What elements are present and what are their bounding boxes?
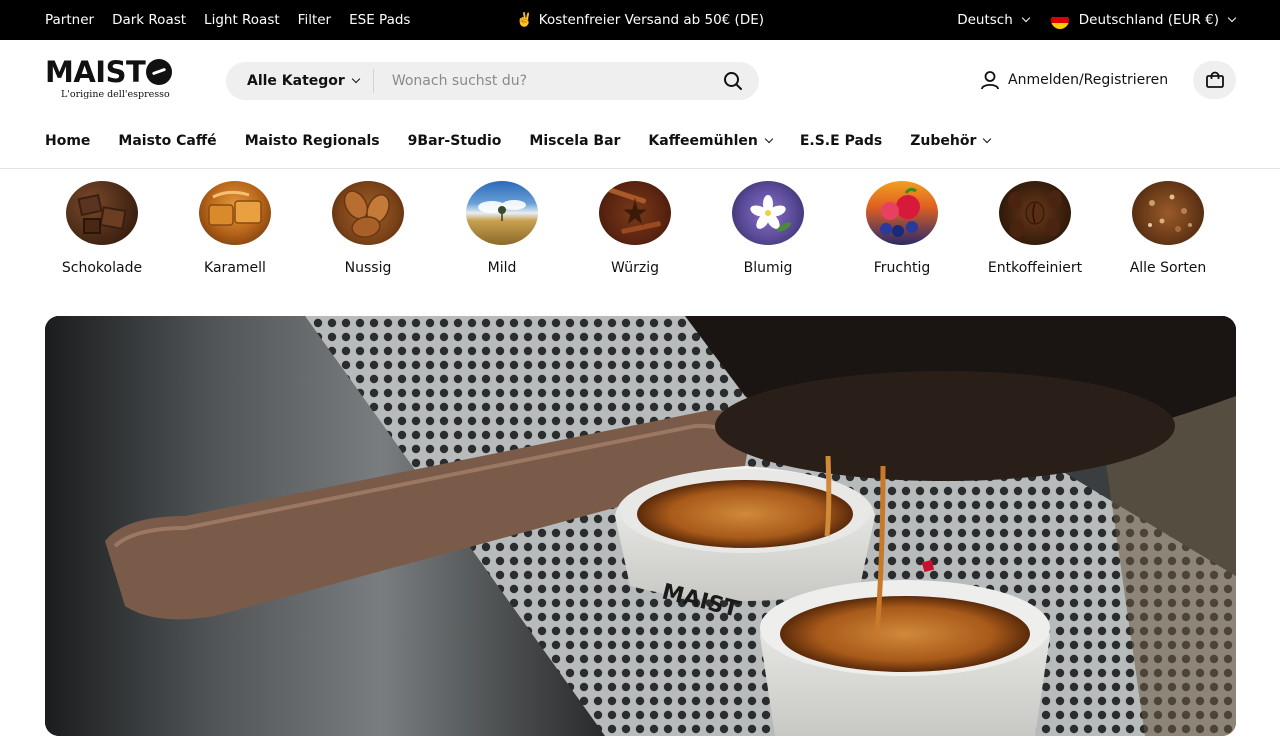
language-selector[interactable]: Deutsch [957, 12, 1031, 28]
nav-label: 9Bar-Studio [407, 133, 502, 149]
flavour-label: Mild [487, 260, 517, 276]
hero-banner[interactable]: MAIST [45, 316, 1236, 736]
flavour-schokolade[interactable]: Schokolade [52, 181, 152, 278]
user-icon [981, 71, 999, 90]
nav-item-zubehoer[interactable]: Zubehör [910, 133, 992, 149]
link-dark-roast[interactable]: Dark Roast [112, 12, 186, 28]
shopping-bag-icon [1205, 71, 1224, 88]
nav-label: Maisto Caffé [118, 133, 217, 149]
announcement-bar: Partner Dark Roast Light Roast Filter ES… [0, 0, 1280, 40]
search-bar: Alle Kategor [226, 62, 759, 100]
nav-item-miscela-bar[interactable]: Miscela Bar [529, 133, 620, 149]
chevron-down-icon [764, 134, 774, 144]
landscape-image [466, 181, 538, 245]
flavour-entkoffeiniert[interactable]: Entkoffeiniert [985, 181, 1085, 278]
language-label: Deutsch [957, 12, 1013, 28]
logo[interactable]: MAIST L'origine dell'espresso [45, 56, 185, 104]
flavour-nussig[interactable]: Nussig [318, 181, 418, 278]
flavour-label: Blumig [743, 260, 793, 276]
peace-hand-icon: ✌️ [515, 12, 533, 28]
nav-label: Kaffeemühlen [648, 133, 758, 149]
flavour-wuerzig[interactable]: Würzig [585, 181, 685, 278]
link-light-roast[interactable]: Light Roast [204, 12, 280, 28]
chevron-down-icon [983, 134, 992, 144]
espresso-machine-image: MAIST [45, 316, 1236, 736]
chevron-down-icon [1227, 13, 1237, 23]
nav-label: Miscela Bar [529, 133, 621, 149]
spices-image [599, 181, 671, 245]
nav-label: Home [45, 133, 91, 149]
search-icon[interactable] [713, 62, 753, 100]
flavour-label: Karamell [204, 260, 266, 276]
announcement-links: Partner Dark Roast Light Roast Filter ES… [45, 0, 410, 40]
chevron-down-icon [351, 74, 361, 84]
flower-image [732, 181, 804, 245]
account-link[interactable]: Anmelden/Registrieren [980, 70, 1168, 90]
chocolate-image [66, 181, 138, 245]
nav-item-ese-pads[interactable]: E.S.E Pads [800, 133, 882, 149]
roasted-blend-image [1132, 181, 1204, 245]
country-label: Deutschland (EUR €) [1078, 12, 1219, 28]
logo-tagline: L'origine dell'espresso [61, 89, 170, 100]
logo-wordmark: MAIST [45, 56, 185, 88]
search-category-select[interactable]: Alle Kategor [226, 69, 374, 93]
nav-item-9bar-studio[interactable]: 9Bar-Studio [408, 133, 502, 149]
flavour-label: Würzig [610, 260, 660, 276]
flavour-mild[interactable]: Mild [452, 181, 552, 278]
account-label: Anmelden/Registrieren [1008, 72, 1169, 88]
coffee-beans-image [999, 181, 1071, 245]
site-header: MAIST L'origine dell'espresso Alle Kateg… [0, 40, 1280, 120]
nav-label: Maisto Regionals [244, 133, 380, 149]
country-selector[interactable]: Deutschland (EUR €) [1050, 11, 1237, 29]
link-filter[interactable]: Filter [298, 12, 331, 28]
nav-item-maisto-caffe[interactable]: Maisto Caffé [118, 133, 216, 149]
flavour-fruchtig[interactable]: Fruchtig [852, 181, 952, 278]
flavour-label: Alle Sorten [1129, 260, 1207, 276]
link-partner[interactable]: Partner [45, 12, 94, 28]
main-navigation: Home Maisto Caffé Maisto Regionals 9Bar-… [0, 120, 1280, 169]
nav-label: E.S.E Pads [799, 133, 883, 149]
promo-text: Kostenfreier Versand ab 50€ (DE) [538, 12, 765, 28]
flavour-label: Schokolade [61, 260, 143, 276]
search-input[interactable] [373, 73, 713, 89]
almond-image [332, 181, 404, 245]
coffee-bean-icon [146, 59, 173, 85]
flavour-blumig[interactable]: Blumig [718, 181, 818, 278]
flavour-karamell[interactable]: Karamell [185, 181, 285, 278]
flavour-alle-sorten[interactable]: Alle Sorten [1118, 181, 1218, 278]
logo-text: MAIST [45, 55, 146, 89]
locale-selectors: Deutsch Deutschland (EUR €) [957, 0, 1237, 40]
germany-flag-icon [1050, 11, 1069, 29]
flavour-label: Fruchtig [873, 260, 931, 276]
nav-item-maisto-regionals[interactable]: Maisto Regionals [245, 133, 380, 149]
caramel-image [199, 181, 271, 245]
search-category-label: Alle Kategor [247, 73, 345, 89]
link-ese-pads[interactable]: ESE Pads [349, 12, 410, 28]
flavour-label: Nussig [344, 260, 392, 276]
fruits-image [866, 181, 938, 245]
cart-button[interactable] [1193, 61, 1236, 99]
chevron-down-icon [1021, 13, 1031, 23]
nav-item-home[interactable]: Home [45, 133, 90, 149]
flavour-categories: Schokolade Karamell Nussig Mild Würzig B… [0, 170, 1280, 300]
nav-item-kaffeemuehlen[interactable]: Kaffeemühlen [648, 133, 774, 149]
flavour-label: Entkoffeiniert [987, 260, 1083, 276]
nav-label: Zubehör [910, 133, 977, 149]
